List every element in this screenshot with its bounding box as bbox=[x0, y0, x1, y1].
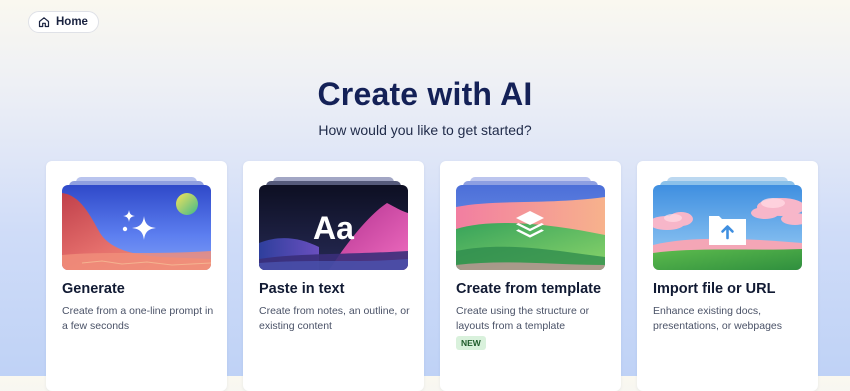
generate-image bbox=[62, 185, 211, 270]
generate-thumbnail bbox=[62, 177, 211, 270]
generate-card[interactable]: Generate Create from a one-line prompt i… bbox=[46, 161, 227, 391]
import-card[interactable]: Import file or URL Enhance existing docs… bbox=[637, 161, 818, 391]
home-label: Home bbox=[56, 16, 88, 28]
page-title: Create with AI bbox=[317, 76, 533, 112]
generate-description: Create from a one-line prompt in a few s… bbox=[62, 305, 214, 332]
home-icon bbox=[38, 16, 50, 28]
import-thumbnail bbox=[653, 177, 802, 270]
paste-text-thumbnail: Aa bbox=[259, 177, 408, 270]
import-image bbox=[653, 185, 802, 270]
template-card[interactable]: Create from template Create using the st… bbox=[440, 161, 621, 391]
page: Home Create with AI How would you like t… bbox=[0, 0, 850, 391]
home-button[interactable]: Home bbox=[28, 11, 99, 33]
import-title: Import file or URL bbox=[653, 281, 776, 297]
template-image bbox=[456, 185, 605, 270]
page-subtitle: How would you like to get started? bbox=[318, 122, 532, 138]
paste-text-description: Create from notes, an outline, or existi… bbox=[259, 305, 410, 332]
paste-text-title: Paste in text bbox=[259, 281, 345, 297]
paste-text-card[interactable]: Aa Paste in text Create from notes, an o… bbox=[243, 161, 424, 391]
new-badge: NEW bbox=[456, 336, 486, 350]
import-description: Enhance existing docs, presentations, or… bbox=[653, 305, 782, 332]
aa-glyph: Aa bbox=[313, 210, 354, 246]
template-title: Create from template bbox=[456, 281, 602, 297]
upload-folder-icon bbox=[709, 216, 746, 245]
template-description: Create using the structure or layouts fr… bbox=[456, 305, 590, 332]
template-thumbnail bbox=[456, 177, 605, 270]
paste-text-image: Aa bbox=[259, 185, 408, 270]
generate-title: Generate bbox=[62, 281, 125, 297]
